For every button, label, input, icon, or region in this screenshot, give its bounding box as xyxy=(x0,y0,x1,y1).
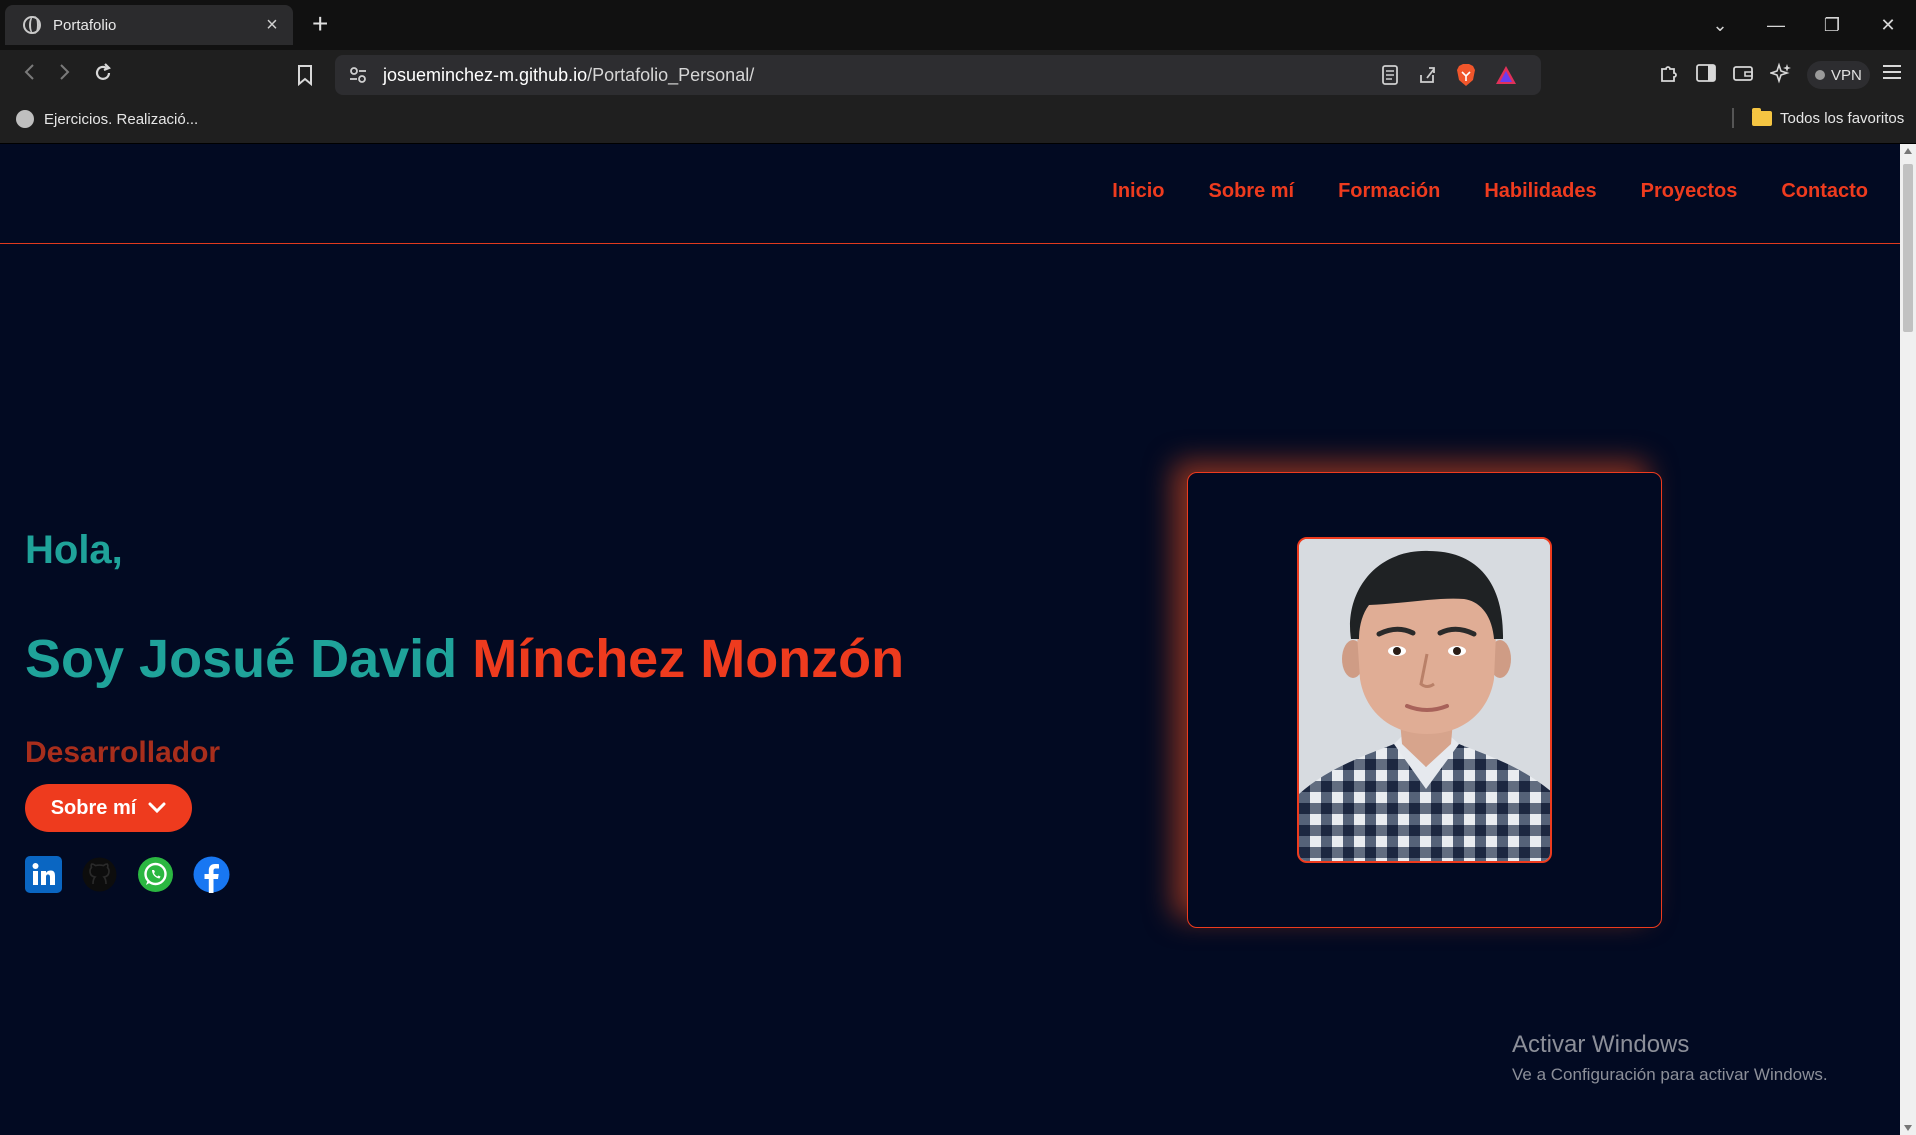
site-settings-icon[interactable] xyxy=(347,64,369,86)
all-bookmarks-label: Todos los favoritos xyxy=(1780,110,1905,127)
reload-button[interactable] xyxy=(92,62,114,90)
restore-button[interactable]: ❐ xyxy=(1804,15,1860,36)
scroll-down-arrow-icon[interactable] xyxy=(1904,1125,1912,1131)
wallet-icon[interactable] xyxy=(1732,63,1754,88)
github-icon[interactable] xyxy=(81,856,118,893)
site-header: Inicio Sobre mí Formación Habilidades Pr… xyxy=(0,144,1900,244)
tab-search-chevron-icon[interactable]: ⌄ xyxy=(1692,15,1748,36)
browser-tab-strip: Portafolio × + ⌄ — ❐ ✕ xyxy=(0,0,1916,50)
page-scrollbar[interactable] xyxy=(1900,144,1916,1135)
bookmarks-bar: Ejercicios. Realizació... xyxy=(0,100,1916,144)
vpn-label: VPN xyxy=(1831,66,1862,84)
bookmark-label: Ejercicios. Realizació... xyxy=(44,110,199,128)
nav-link-habilidades[interactable]: Habilidades xyxy=(1484,180,1596,203)
hero-name-first: Soy Josué David xyxy=(25,629,458,689)
site-globe-icon xyxy=(23,16,41,34)
nav-link-contacto[interactable]: Contacto xyxy=(1781,180,1868,203)
chevron-down-icon xyxy=(148,797,166,820)
about-me-label: Sobre mí xyxy=(50,796,137,819)
browser-tab-active[interactable]: Portafolio × xyxy=(5,5,293,45)
address-bar[interactable]: josueminchez-m.github.io/Portafolio_Pers… xyxy=(335,55,1541,95)
hero-name: Soy Josué David Mínchez Monzón xyxy=(25,628,904,690)
bookmark-icon[interactable] xyxy=(296,64,314,92)
hero-name-last: Mínchez Monzón xyxy=(472,629,905,689)
nav-link-sobre-mi[interactable]: Sobre mí xyxy=(1209,180,1295,203)
all-bookmarks-button[interactable]: Todos los favoritos xyxy=(1752,108,1905,127)
windows-activation-watermark: Activar Windows Ve a Configuración para … xyxy=(1512,1031,1828,1085)
share-icon[interactable] xyxy=(1417,65,1437,90)
social-links xyxy=(25,856,230,893)
bookmark-item[interactable]: Ejercicios. Realizació... xyxy=(16,110,198,128)
brave-shields-icon[interactable] xyxy=(1455,63,1477,92)
sidebar-toggle-icon[interactable] xyxy=(1696,64,1716,87)
nav-link-inicio[interactable]: Inicio xyxy=(1112,180,1164,203)
site-nav: Inicio Sobre mí Formación Habilidades Pr… xyxy=(1112,180,1868,203)
facebook-icon[interactable] xyxy=(193,856,230,893)
bookmarks-divider xyxy=(1732,108,1734,128)
forward-button[interactable] xyxy=(54,62,74,88)
url-path: /Portafolio_Personal/ xyxy=(587,65,755,85)
watermark-subtitle: Ve a Configuración para activar Windows. xyxy=(1512,1065,1828,1084)
url-host: josueminchez-m.github.io xyxy=(383,65,588,85)
window-controls: ⌄ — ❐ ✕ xyxy=(1692,0,1916,50)
vpn-button[interactable]: VPN xyxy=(1807,61,1870,89)
scroll-up-arrow-icon[interactable] xyxy=(1904,148,1912,154)
minimize-button[interactable]: — xyxy=(1748,15,1804,36)
url-text[interactable]: josueminchez-m.github.io/Portafolio_Pers… xyxy=(383,65,754,86)
nav-link-formacion[interactable]: Formación xyxy=(1338,180,1440,203)
profile-photo xyxy=(1297,537,1552,863)
close-window-button[interactable]: ✕ xyxy=(1860,15,1916,36)
scroll-thumb[interactable] xyxy=(1903,164,1913,332)
vpn-status-dot xyxy=(1815,70,1825,80)
hamburger-menu-icon[interactable] xyxy=(1881,62,1903,87)
brave-rewards-icon[interactable] xyxy=(1495,65,1517,90)
folder-icon xyxy=(1752,108,1772,126)
back-button[interactable] xyxy=(20,62,40,88)
greeting: Hola, xyxy=(25,528,123,572)
extensions-puzzle-icon[interactable] xyxy=(1658,62,1680,89)
portfolio-page: Inicio Sobre mí Formación Habilidades Pr… xyxy=(0,144,1900,1135)
whatsapp-icon[interactable] xyxy=(137,856,174,893)
leo-ai-icon[interactable] xyxy=(1768,62,1792,89)
hero-role: Desarrollador xyxy=(25,736,221,769)
watermark-title: Activar Windows xyxy=(1512,1031,1690,1058)
linkedin-icon[interactable] xyxy=(25,856,62,893)
person-portrait-illustration xyxy=(1299,539,1550,861)
about-me-button[interactable]: Sobre mí xyxy=(25,784,192,832)
tab-close-button[interactable]: × xyxy=(261,14,283,37)
profile-photo-card xyxy=(1187,472,1662,928)
nav-link-proyectos[interactable]: Proyectos xyxy=(1641,180,1738,203)
reader-mode-icon[interactable] xyxy=(1381,65,1399,90)
tab-title: Portafolio xyxy=(53,16,117,34)
new-tab-button[interactable]: + xyxy=(312,10,328,38)
extension-icons xyxy=(1658,62,1792,89)
globe-icon xyxy=(16,110,34,128)
